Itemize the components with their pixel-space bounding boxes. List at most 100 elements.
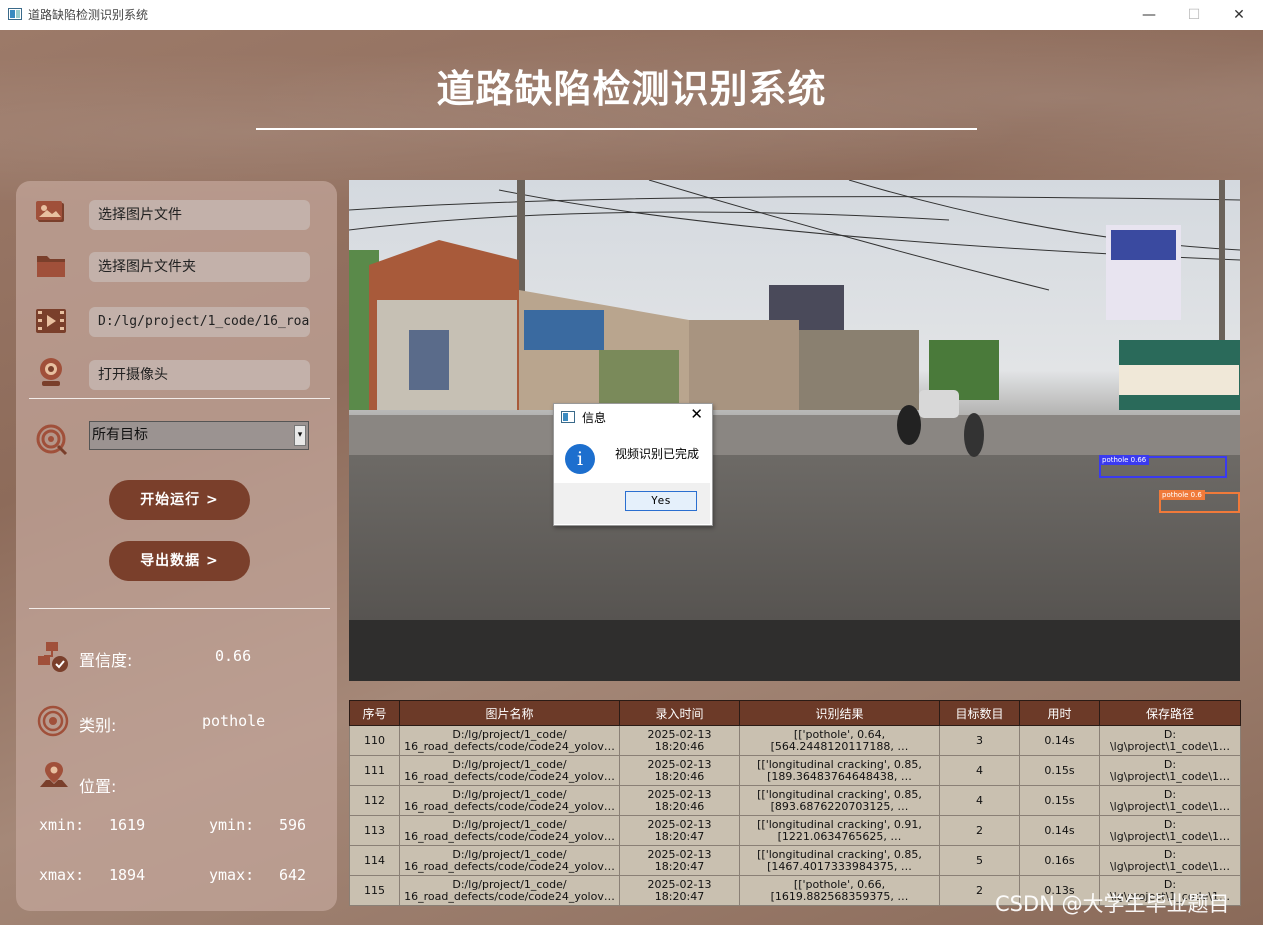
video-frame: pothole 0.66 pothole 0.6 — [349, 180, 1240, 681]
info-icon: i — [565, 444, 595, 474]
location-pin-icon — [40, 762, 68, 787]
minimize-button[interactable]: — — [1129, 3, 1169, 27]
table-cell[interactable]: D:/lg/project/1_code/ 16_road_defects/co… — [399, 785, 620, 816]
dialog-close-button[interactable]: ✕ — [690, 405, 703, 423]
position-label: 位置: — [79, 777, 117, 796]
table-row[interactable]: 114 D:/lg/project/1_code/ 16_road_defects… — [349, 845, 1241, 876]
ymax-value: 642 — [279, 866, 307, 884]
chevron-down-icon[interactable]: ▾ — [294, 425, 306, 446]
table-cell[interactable]: D: \lg\project\1_code\1… — [1099, 755, 1241, 786]
target-icon — [36, 424, 68, 456]
video-icon — [36, 309, 66, 333]
table-cell[interactable]: 113 — [349, 815, 400, 846]
table-cell[interactable]: 0.16s — [1019, 845, 1100, 876]
yes-button[interactable]: Yes — [625, 491, 697, 511]
table-cell[interactable]: [['longitudinal cracking', 0.85, [1467.4… — [739, 845, 940, 876]
table-cell[interactable]: 4 — [939, 755, 1020, 786]
category-icon — [37, 705, 69, 737]
table-cell[interactable]: D:/lg/project/1_code/ 16_road_defects/co… — [399, 815, 620, 846]
close-button[interactable]: ✕ — [1219, 3, 1259, 27]
table-row[interactable]: 112 D:/lg/project/1_code/ 16_road_defects… — [349, 785, 1241, 816]
table-cell[interactable]: [['pothole', 0.64, [564.2448120117188, … — [739, 725, 940, 756]
window-title: 道路缺陷检测识别系统 — [28, 8, 149, 22]
target-select[interactable]: 所有目标 ▾ — [89, 421, 309, 450]
column-header[interactable]: 目标数目 — [939, 700, 1020, 726]
panel-divider — [29, 608, 330, 609]
table-cell[interactable]: D: \lg\project\1_code\1… — [1099, 845, 1241, 876]
table-row[interactable]: 113 D:/lg/project/1_code/ 16_road_defects… — [349, 815, 1241, 846]
app-icon — [561, 411, 575, 423]
table-cell[interactable]: 3 — [939, 725, 1020, 756]
table-row[interactable]: 111 D:/lg/project/1_code/ 16_road_defects… — [349, 755, 1241, 786]
table-cell[interactable]: 2025-02-13 18:20:47 — [619, 845, 740, 876]
column-header[interactable]: 保存路径 — [1099, 700, 1241, 726]
confidence-label: 置信度: — [79, 651, 133, 670]
detection-label: pothole 0.6 — [1159, 490, 1205, 500]
table-cell[interactable]: 0.15s — [1019, 785, 1100, 816]
table-cell[interactable]: 4 — [939, 785, 1020, 816]
column-header[interactable]: 用时 — [1019, 700, 1100, 726]
table-cell[interactable]: D: \lg\project\1_code\1… — [1099, 785, 1241, 816]
table-cell[interactable]: [['pothole', 0.66, [1619.882568359375, … — [739, 875, 940, 906]
table-cell[interactable]: 0.15s — [1019, 755, 1100, 786]
column-header[interactable]: 识别结果 — [739, 700, 940, 726]
table-cell[interactable]: 2025-02-13 18:20:47 — [619, 815, 740, 846]
table-cell[interactable]: 115 — [349, 875, 400, 906]
table-cell[interactable]: 111 — [349, 755, 400, 786]
table-cell[interactable]: 0.14s — [1019, 725, 1100, 756]
confidence-value: 0.66 — [215, 647, 252, 665]
table-cell[interactable]: 2025-02-13 18:20:46 — [619, 755, 740, 786]
watermark: CSDN @大学生毕业题目 — [995, 892, 1230, 916]
table-cell[interactable]: 2025-02-13 18:20:47 — [619, 875, 740, 906]
xmin-label: xmin: — [39, 816, 85, 834]
table-cell[interactable]: 110 — [349, 725, 400, 756]
start-button[interactable]: 开始运行 > — [109, 480, 250, 520]
column-header[interactable]: 序号 — [349, 700, 400, 726]
folder-icon — [37, 256, 65, 277]
export-button[interactable]: 导出数据 > — [109, 541, 250, 581]
table-cell[interactable]: [['longitudinal cracking', 0.91, [1221.0… — [739, 815, 940, 846]
table-cell[interactable]: 2 — [939, 815, 1020, 846]
image-file-icon — [36, 201, 64, 222]
maximize-button[interactable]: ☐ — [1174, 3, 1214, 27]
camera-icon — [40, 358, 62, 386]
results-table: 序号 图片名称 录入时间 识别结果 目标数目 用时 保存路径 110 D:/lg/… — [349, 700, 1241, 906]
dialog-message: 视频识别已完成 — [615, 447, 700, 461]
table-cell[interactable]: [['longitudinal cracking', 0.85, [893.68… — [739, 785, 940, 816]
table-cell[interactable]: 5 — [939, 845, 1020, 876]
table-header-row: 序号 图片名称 录入时间 识别结果 目标数目 用时 保存路径 — [349, 700, 1241, 726]
table-cell[interactable]: D:/lg/project/1_code/ 16_road_defects/co… — [399, 725, 620, 756]
xmax-value: 1894 — [109, 866, 146, 884]
table-cell[interactable]: D: \lg\project\1_code\1… — [1099, 725, 1241, 756]
table-cell[interactable]: 114 — [349, 845, 400, 876]
road-surface — [349, 455, 1240, 635]
table-cell[interactable]: 0.14s — [1019, 815, 1100, 846]
ymin-value: 596 — [279, 816, 307, 834]
road-horizon — [349, 415, 1240, 455]
column-header[interactable]: 图片名称 — [399, 700, 620, 726]
table-cell[interactable]: 112 — [349, 785, 400, 816]
window-titlebar: 道路缺陷检测识别系统 — ☐ ✕ — [0, 0, 1263, 30]
table-cell[interactable]: D:/lg/project/1_code/ 16_road_defects/co… — [399, 845, 620, 876]
table-cell[interactable]: 2025-02-13 18:20:46 — [619, 725, 740, 756]
street-scene — [349, 180, 1240, 410]
table-cell[interactable]: D:/lg/project/1_code/ 16_road_defects/co… — [399, 875, 620, 906]
app-icon — [8, 8, 22, 20]
column-header[interactable]: 录入时间 — [619, 700, 740, 726]
select-folder-button[interactable]: 选择图片文件夹 — [89, 252, 310, 282]
table-cell[interactable]: D: \lg\project\1_code\1… — [1099, 815, 1241, 846]
dashboard — [349, 620, 1240, 681]
title-underline — [256, 128, 977, 130]
table-cell[interactable]: D:/lg/project/1_code/ 16_road_defects/co… — [399, 755, 620, 786]
table-cell[interactable]: 2025-02-13 18:20:46 — [619, 785, 740, 816]
table-cell[interactable]: [['longitudinal cracking', 0.85, [189.36… — [739, 755, 940, 786]
ymax-label: ymax: — [209, 866, 255, 884]
table-row[interactable]: 110 D:/lg/project/1_code/ 16_road_defects… — [349, 725, 1241, 756]
class-value: pothole — [202, 712, 266, 730]
video-path-field[interactable]: D:/lg/project/1_code/16_road — [89, 307, 310, 337]
vehicles — [897, 390, 984, 457]
detection-label: pothole 0.66 — [1099, 455, 1150, 465]
select-image-button[interactable]: 选择图片文件 — [89, 200, 310, 230]
open-camera-button[interactable]: 打开摄像头 — [89, 360, 310, 390]
confidence-icon — [38, 642, 68, 672]
